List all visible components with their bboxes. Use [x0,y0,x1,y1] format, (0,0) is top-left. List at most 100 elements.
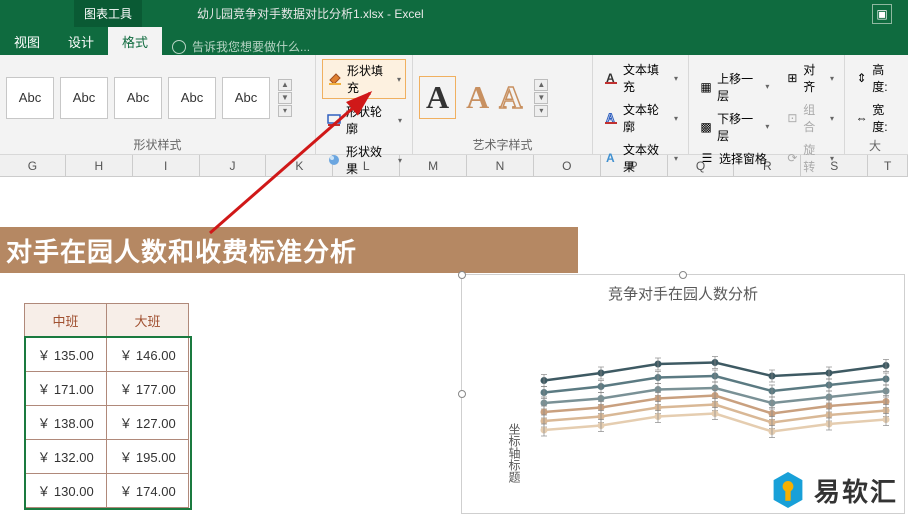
align-icon: ⊞ [785,70,799,86]
text-fill-label: 文本填充 [623,61,668,95]
height-icon: ⇕ [855,70,868,86]
align-label: 对齐 [803,61,824,95]
tell-me-placeholder: 告诉我您想要做什么... [192,38,310,55]
pen-outline-icon [326,112,342,128]
text-fill-dropdown[interactable]: A 文本填充▾ [599,59,682,97]
wordart-preset-3[interactable]: A [499,79,522,116]
col-I[interactable]: I [133,155,200,176]
tool-tab-chart-tools: 图表工具 [74,0,142,27]
chart-plot-area[interactable] [534,333,896,473]
logo-text: 易软汇 [814,472,898,509]
shape-outline-dropdown[interactable]: 形状轮廓▾ [322,101,406,139]
group-shape-styles: Abc Abc Abc Abc Abc ▲▼▾ 形状样式 [0,55,316,154]
cell[interactable]: ￥ 127.00 [107,406,189,440]
send-backward-label: 下移一层 [717,110,759,144]
gallery-spinner[interactable]: ▲▼▾ [278,79,292,117]
cell[interactable]: ￥ 138.00 [25,406,107,440]
group-size: ⇕高度: ⇔宽度: 大 [845,55,905,154]
align-dropdown[interactable]: ⊞对齐▾ [781,59,838,97]
resize-handle[interactable] [458,271,466,279]
cell[interactable]: ￥ 132.00 [25,440,107,474]
col-H[interactable]: H [66,155,133,176]
send-backward-dropdown[interactable]: ▩下移一层▾ [695,108,773,146]
effects-icon [326,152,342,168]
cell[interactable]: ￥ 174.00 [107,474,189,508]
watermark-logo: 易软汇 [770,470,898,510]
style-preset-2[interactable]: Abc [60,77,108,119]
cell[interactable]: ￥ 146.00 [107,338,189,372]
ribbon-tabs: 视图 设计 格式 告诉我您想要做什么... [0,27,908,55]
rotate-label: 旋转 [803,141,824,175]
text-effects-dropdown[interactable]: A 文本效果▾ [599,139,682,177]
group-text-dropdowns: A 文本填充▾ A 文本轮廓▾ A 文本效果▾ [593,55,689,154]
cell[interactable]: ￥ 195.00 [107,440,189,474]
col-G[interactable]: G [0,155,66,176]
worksheet-area[interactable]: 对手在园人数和收费标准分析 中班大班 ￥ 135.00￥ 146.00 ￥ 17… [0,177,908,516]
group-label: 组合 [803,101,824,135]
col-T[interactable]: T [868,155,908,176]
style-preset-1[interactable]: Abc [6,77,54,119]
group-label-size: 大 [851,137,899,153]
width-field[interactable]: ⇔宽度: [851,99,899,137]
wordart-gallery-spinner[interactable]: ▲▼▾ [534,79,548,117]
bring-forward-label: 上移一层 [717,70,759,104]
resize-handle[interactable] [679,271,687,279]
selection-pane-icon: ☰ [699,150,715,166]
rotate-icon: ⟳ [785,150,799,166]
cell[interactable]: ￥ 177.00 [107,372,189,406]
shape-fill-dropdown[interactable]: 形状填充▾ [322,59,406,99]
text-outline-icon: A [603,110,619,126]
col-O[interactable]: O [534,155,601,176]
th-big[interactable]: 大班 [107,304,189,338]
group-label-wordart: 艺术字样式 [419,136,586,152]
shape-fill-label: 形状填充 [347,62,391,96]
wordart-preset-2[interactable]: A [466,79,489,116]
height-field[interactable]: ⇕高度: [851,59,899,97]
cell[interactable]: ￥ 130.00 [25,474,107,508]
cell[interactable]: ￥ 171.00 [25,372,107,406]
shape-style-gallery[interactable]: Abc Abc Abc Abc Abc ▲▼▾ [6,77,292,119]
selection-pane-label: 选择窗格 [719,150,767,167]
group-arrange: ▦上移一层▾ ▩下移一层▾ ☰选择窗格 ⊞对齐▾ ⊡组合▾ ⟳旋转▾ 排列 [689,55,845,154]
ribbon: Abc Abc Abc Abc Abc ▲▼▾ 形状样式 形状填充▾ 形状轮廓▾ [0,55,908,155]
bring-forward-icon: ▦ [699,79,713,95]
send-backward-icon: ▩ [699,119,713,135]
shape-outline-label: 形状轮廓 [346,103,392,137]
bring-forward-dropdown[interactable]: ▦上移一层▾ [695,68,773,106]
chart-axis-title[interactable]: 坐标轴标题 [506,423,523,483]
width-label: 宽度: [872,101,895,135]
tab-design[interactable]: 设计 [54,27,108,55]
shape-effects-label: 形状效果 [346,143,392,177]
paint-bucket-icon [327,71,343,87]
col-J[interactable]: J [200,155,267,176]
style-preset-5[interactable]: Abc [222,77,270,119]
resize-handle[interactable] [458,390,466,398]
tab-format[interactable]: 格式 [108,27,162,55]
col-N[interactable]: N [467,155,534,176]
text-outline-label: 文本轮廓 [623,101,668,135]
document-title: 幼儿园竞争对手数据对比分析1.xlsx - Excel [197,5,424,22]
chart-title[interactable]: 竞争对手在园人数分析 [462,283,904,304]
group-wordart-styles: A A A ▲▼▾ 艺术字样式 [413,55,593,154]
text-fill-icon: A [603,70,619,86]
text-effects-label: 文本效果 [623,141,668,175]
th-mid[interactable]: 中班 [25,304,107,338]
text-effects-icon: A [603,150,619,166]
shape-effects-dropdown[interactable]: 形状效果▾ [322,141,406,179]
group-shape-fill-dropdowns: 形状填充▾ 形状轮廓▾ 形状效果▾ [316,55,412,154]
logo-icon [770,470,806,510]
col-M[interactable]: M [400,155,467,176]
text-outline-dropdown[interactable]: A 文本轮廓▾ [599,99,682,137]
style-preset-4[interactable]: Abc [168,77,216,119]
tab-view[interactable]: 视图 [0,27,54,55]
title-bar: 图表工具 幼儿园竞争对手数据对比分析1.xlsx - Excel ▣ [0,0,908,27]
style-preset-3[interactable]: Abc [114,77,162,119]
cell[interactable]: ￥ 135.00 [25,338,107,372]
svg-text:A: A [606,151,615,165]
wordart-preset-1[interactable]: A [419,76,456,119]
width-icon: ⇔ [855,110,868,126]
tell-me[interactable]: 告诉我您想要做什么... [172,38,310,55]
group-icon: ⊡ [785,110,799,126]
window-restore-icon[interactable]: ▣ [872,4,892,24]
selection-pane-button[interactable]: ☰选择窗格 [695,148,773,169]
